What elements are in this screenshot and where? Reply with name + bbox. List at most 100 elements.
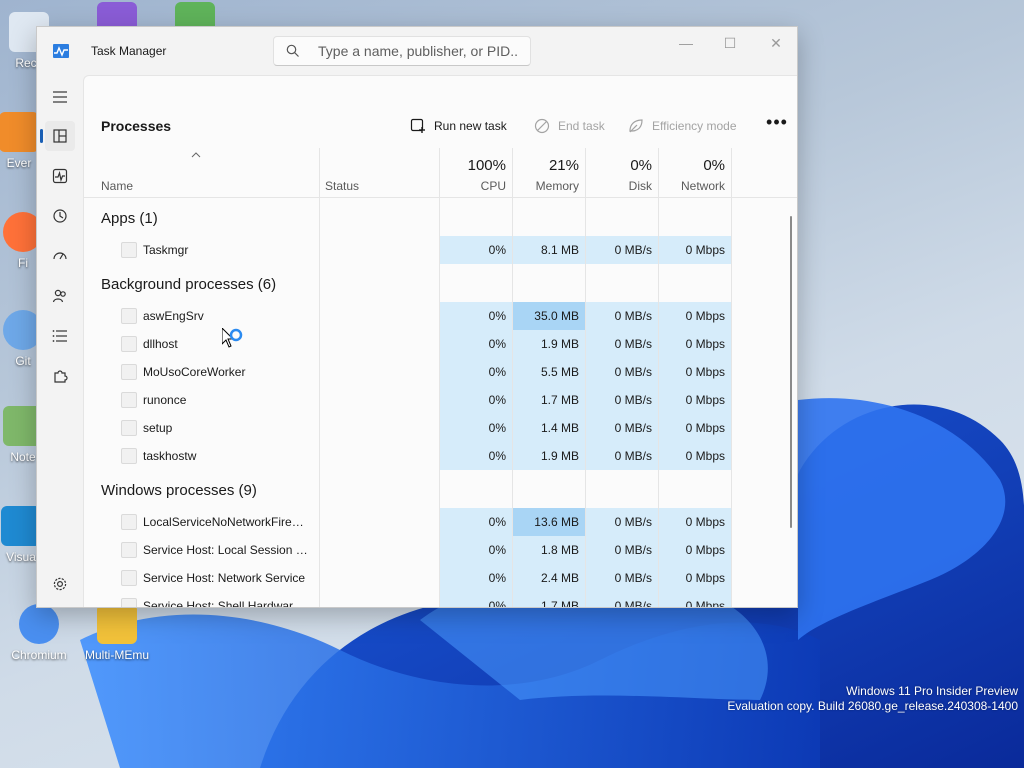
table-row[interactable]: Taskmgr 0% 8.1 MB 0 MB/s 0 Mbps xyxy=(84,236,797,264)
cpu-value: 0% xyxy=(488,515,506,529)
process-icon xyxy=(121,364,137,380)
processes-page: Processes Run new task End task Efficien… xyxy=(83,75,797,608)
everything-app-icon xyxy=(0,112,39,152)
table-row[interactable]: MoUsoCoreWorker 0% 5.5 MB 0 MB/s 0 Mbps xyxy=(84,358,797,386)
nav-settings[interactable] xyxy=(45,569,75,599)
end-task-icon xyxy=(534,118,550,134)
disk-value: 0 MB/s xyxy=(614,543,652,557)
memory-value: 8.1 MB xyxy=(540,243,579,257)
disk-value: 0 MB/s xyxy=(614,599,652,608)
gear-icon xyxy=(53,577,67,591)
group-header[interactable]: Background processes (6) xyxy=(84,264,797,302)
process-icon xyxy=(121,570,137,586)
process-icon xyxy=(121,420,137,436)
cpu-value: 0% xyxy=(488,365,506,379)
run-new-task-button[interactable]: Run new task xyxy=(410,114,507,138)
process-name: Service Host: Network Service xyxy=(143,571,306,585)
busy-cursor-icon xyxy=(222,328,243,348)
table-row[interactable]: Service Host: Shell Hardware ... 0% 1.7 MB… xyxy=(84,592,797,608)
network-value: 0 Mbps xyxy=(685,309,725,323)
process-name: Service Host: Local Session M... xyxy=(143,543,309,557)
efficiency-mode-button[interactable]: Efficiency mode xyxy=(628,114,737,138)
visual-studio-code-icon xyxy=(1,506,41,546)
process-icon xyxy=(121,514,137,530)
nav-startup-apps[interactable] xyxy=(45,241,75,271)
cpu-value: 0% xyxy=(488,337,506,351)
process-icon xyxy=(121,542,137,558)
table-row[interactable]: Service Host: Network Service 0% 2.4 MB 0 M… xyxy=(84,564,797,592)
end-task-button[interactable]: End task xyxy=(534,114,605,138)
services-puzzle-icon xyxy=(54,370,68,383)
disk-value: 0 MB/s xyxy=(614,243,652,257)
nav-app-history[interactable] xyxy=(45,201,75,231)
network-value: 0 Mbps xyxy=(685,421,725,435)
memory-value: 1.4 MB xyxy=(540,421,579,435)
network-value: 0 Mbps xyxy=(685,449,725,463)
column-header-name[interactable]: Name xyxy=(84,148,319,198)
search-box[interactable] xyxy=(273,36,531,66)
network-value: 0 Mbps xyxy=(685,599,725,608)
desktop-icon-chromium[interactable]: Chromium xyxy=(4,604,74,662)
vertical-scrollbar[interactable] xyxy=(790,216,792,528)
network-value: 0 Mbps xyxy=(685,365,725,379)
memory-value: 1.9 MB xyxy=(540,337,579,351)
memory-value: 1.7 MB xyxy=(540,599,579,608)
process-icon xyxy=(121,308,137,324)
search-input[interactable] xyxy=(318,42,518,60)
nav-processes[interactable] xyxy=(40,121,75,151)
history-icon xyxy=(53,209,67,223)
nav-details[interactable] xyxy=(45,321,75,351)
multi-memu-icon xyxy=(97,604,137,644)
close-icon: ✕ xyxy=(770,34,782,51)
process-name: LocalServiceNoNetworkFirewall xyxy=(143,515,309,529)
task-manager-window: Task Manager — ☐ ✕ xyxy=(36,26,798,608)
maximize-icon: ☐ xyxy=(723,34,737,51)
process-name: Taskmgr xyxy=(143,243,189,257)
run-new-task-icon xyxy=(410,118,425,133)
table-row[interactable]: dllhost 0% 1.9 MB 0 MB/s 0 Mbps xyxy=(84,330,797,358)
disk-value: 0 MB/s xyxy=(614,421,652,435)
hamburger-menu-button[interactable] xyxy=(45,82,75,112)
cpu-value: 0% xyxy=(488,449,506,463)
network-value: 0 Mbps xyxy=(685,543,725,557)
group-header[interactable]: Windows processes (9) xyxy=(84,470,797,508)
process-name: runonce xyxy=(143,393,187,407)
memory-value: 35.0 MB xyxy=(534,309,579,323)
desktop-icon-multi-memu[interactable]: Multi-MEmu xyxy=(82,604,152,662)
more-options-button[interactable]: ••• xyxy=(765,113,789,138)
process-name: taskhostw xyxy=(143,449,197,463)
process-icon xyxy=(121,392,137,408)
column-header-disk[interactable]: 0% Disk xyxy=(585,148,658,198)
cpu-value: 0% xyxy=(488,243,506,257)
memory-value: 1.9 MB xyxy=(540,449,579,463)
column-header-memory[interactable]: 21% Memory xyxy=(512,148,585,198)
group-title: Apps (1) xyxy=(101,210,158,227)
os-watermark: Windows 11 Pro Insider Preview Evaluatio… xyxy=(727,684,1018,713)
minimize-button[interactable]: — xyxy=(663,27,709,59)
maximize-button[interactable]: ☐ xyxy=(707,27,753,59)
table-row[interactable]: aswEngSrv 0% 35.0 MB 0 MB/s 0 Mbps xyxy=(84,302,797,330)
cpu-value: 0% xyxy=(488,543,506,557)
process-rows: Apps (1) Taskmgr 0% 8.1 MB 0 MB/s 0 Mbps Backg… xyxy=(84,198,797,608)
table-header: Name Status 100% CPU 21% Memory 0% Disk xyxy=(84,148,797,198)
process-icon xyxy=(121,242,137,258)
column-header-cpu[interactable]: 100% CPU xyxy=(439,148,512,198)
column-header-status[interactable]: Status xyxy=(319,148,439,198)
memory-value: 13.6 MB xyxy=(534,515,579,529)
table-row[interactable]: setup 0% 1.4 MB 0 MB/s 0 Mbps xyxy=(84,414,797,442)
close-button[interactable]: ✕ xyxy=(753,27,797,59)
window-title: Task Manager xyxy=(91,44,167,58)
table-row[interactable]: runonce 0% 1.7 MB 0 MB/s 0 Mbps xyxy=(84,386,797,414)
group-header[interactable]: Apps (1) xyxy=(84,198,797,236)
column-header-network[interactable]: 0% Network xyxy=(658,148,731,198)
title-bar[interactable]: Task Manager — ☐ ✕ xyxy=(37,27,797,75)
table-row[interactable]: taskhostw 0% 1.9 MB 0 MB/s 0 Mbps xyxy=(84,442,797,470)
active-indicator xyxy=(40,129,43,143)
disk-value: 0 MB/s xyxy=(614,515,652,529)
nav-performance[interactable] xyxy=(45,161,75,191)
nav-services[interactable] xyxy=(45,361,75,391)
table-row[interactable]: LocalServiceNoNetworkFirewall 0% 13.6 MB 0 … xyxy=(84,508,797,536)
nav-users[interactable] xyxy=(45,281,75,311)
table-row[interactable]: Service Host: Local Session M... 0% 1.8 MB… xyxy=(84,536,797,564)
cpu-value: 0% xyxy=(488,599,506,608)
